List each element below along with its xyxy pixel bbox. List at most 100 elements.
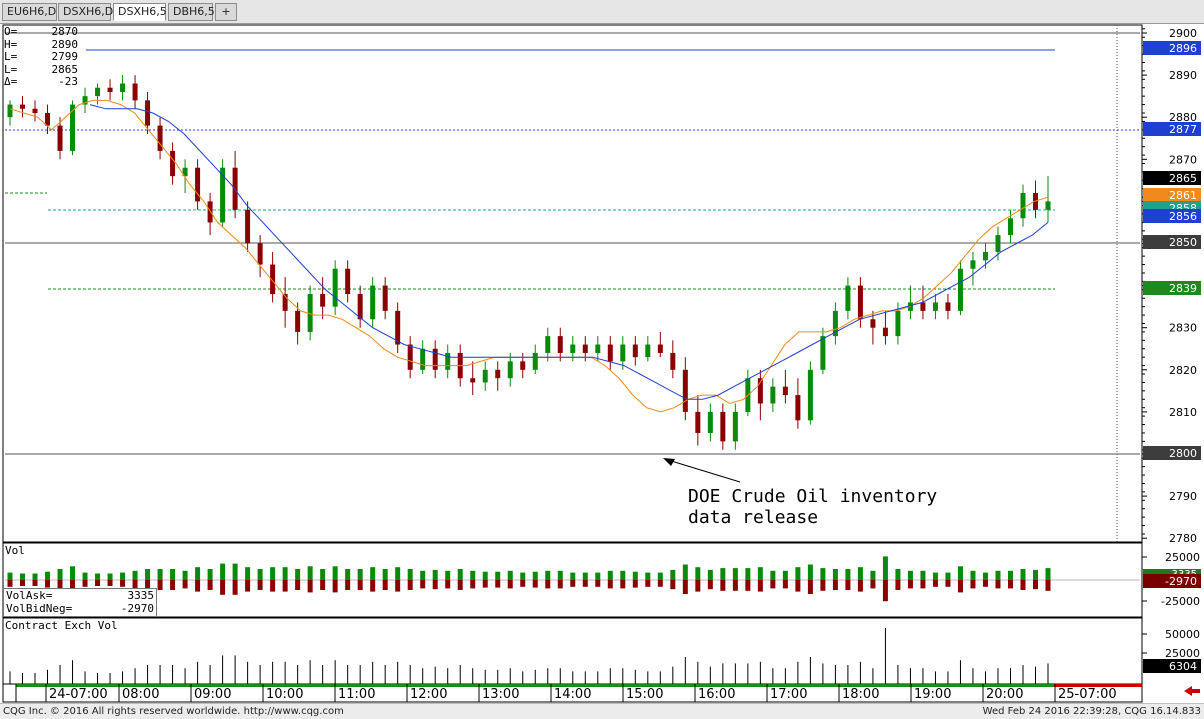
volume-legend: VolAsk= 3335 VolBidNeg= -2970 xyxy=(3,588,157,617)
vol-bid-bar xyxy=(1045,580,1051,591)
vol-ask-bar xyxy=(570,572,576,580)
copyright-text: CQG Inc. © 2016 All rights reserved worl… xyxy=(3,706,344,717)
vol-ask-bar xyxy=(195,567,201,580)
candle-body xyxy=(682,369,688,412)
vol-bid-bar xyxy=(1032,580,1038,590)
time-tick-label: 16:00 xyxy=(698,687,735,702)
candle-body xyxy=(157,125,163,151)
time-tick-label: 12:00 xyxy=(410,687,447,702)
vol-bid-bar xyxy=(320,580,326,590)
vol-bid-bar xyxy=(207,580,213,590)
candle-body xyxy=(770,386,776,404)
vol-bid-bar xyxy=(970,580,976,589)
vol-ask-bar xyxy=(507,570,513,580)
time-tick-label: 19:00 xyxy=(914,687,951,702)
vol-ask-bar xyxy=(232,563,238,580)
vol-bid-bar xyxy=(620,580,626,589)
price-tick-label: 2810 xyxy=(1169,406,1197,419)
vol-bid-bar xyxy=(995,580,1001,589)
price-panel-frame xyxy=(2,24,1143,543)
candle-body xyxy=(395,310,401,345)
candle-body xyxy=(320,294,326,307)
vol-bid-bar xyxy=(245,580,251,592)
candle-body xyxy=(945,302,951,311)
vol-ask-bar xyxy=(982,572,988,580)
ohlc-readout: O= 2870 H= 2890 L= 2799 L= 2865 Δ= -23 xyxy=(4,25,78,89)
vol-bid-bar xyxy=(645,580,651,587)
price-tag-label: 2850 xyxy=(1169,236,1197,249)
price-tag-label: 2896 xyxy=(1169,42,1197,55)
price-tag: 2839 xyxy=(1143,281,1201,295)
vol-bid-bar xyxy=(570,580,576,587)
vol-ask-bar xyxy=(657,572,663,580)
vol-bid-bar xyxy=(745,580,751,591)
vol-bid-bar xyxy=(695,580,701,592)
candle-body xyxy=(520,361,526,370)
candle-body xyxy=(1020,192,1026,219)
vol-ask-bar xyxy=(770,570,776,580)
price-tick-label: 2780 xyxy=(1169,532,1197,545)
vol-bid-bar xyxy=(982,580,988,587)
vol-ask-bar xyxy=(832,569,838,580)
price-chart[interactable]: 2900289028802870286028502840283028202810… xyxy=(0,0,1204,719)
candle-body xyxy=(820,336,826,370)
price-tag: 2865 xyxy=(1143,171,1201,185)
vol-ask-bar xyxy=(882,556,888,580)
contract-volume-title: Contract Exch Vol xyxy=(5,619,118,632)
vol-bid-bar xyxy=(182,580,188,589)
candle-body xyxy=(482,369,488,383)
vol-bid-bar xyxy=(657,580,663,587)
price-tag: 2861 xyxy=(1143,188,1201,202)
vol-ask-bar xyxy=(945,572,951,580)
vol-bid-bar xyxy=(270,580,276,592)
vol-bid-bar xyxy=(807,580,813,594)
vol-bid-bar xyxy=(545,580,551,589)
candle-body xyxy=(345,268,351,295)
vol-bid-bar xyxy=(457,580,463,590)
vol-ask-bar xyxy=(257,569,263,580)
vol-ask-bar xyxy=(520,572,526,580)
vol-ask-bar xyxy=(807,564,813,580)
price-tag-label: 2865 xyxy=(1169,172,1197,185)
price-tag: 2850 xyxy=(1143,235,1201,249)
vol-bid-bar xyxy=(770,580,776,589)
vol-ask-bar xyxy=(557,570,563,580)
vol-ask-bar xyxy=(207,569,213,580)
price-tag: 2800 xyxy=(1143,446,1201,460)
candle-body xyxy=(720,411,726,442)
scroll-left-arrow-icon[interactable] xyxy=(1184,686,1200,696)
candle-body xyxy=(632,344,638,358)
vol-bid-bar xyxy=(1020,580,1026,590)
vol-ask-bar xyxy=(707,569,713,580)
time-tick-label: 08:00 xyxy=(122,687,159,702)
candle-body xyxy=(570,344,576,353)
vol-bid-bar xyxy=(220,580,226,595)
vol-ask-bar xyxy=(182,570,188,580)
candlestick-series xyxy=(7,75,1051,450)
time-tick-label: 15:00 xyxy=(626,687,663,702)
candle-body xyxy=(645,344,651,358)
candle-body xyxy=(32,108,38,113)
vol-bid-bar xyxy=(945,580,951,587)
vol-ask-bar xyxy=(157,569,163,580)
vol-bid-bar xyxy=(345,580,351,590)
scroll-thumb[interactable] xyxy=(2,683,17,703)
vol-bid-bar xyxy=(82,580,88,587)
time-tick-label: 20:00 xyxy=(986,687,1023,702)
vol-bid-bar xyxy=(907,580,913,589)
vol-bid-bar xyxy=(520,580,526,587)
vol-ask-bar xyxy=(20,573,26,580)
price-tick-label: 2890 xyxy=(1169,69,1197,82)
candle-body xyxy=(857,285,863,320)
time-tick-label: 10:00 xyxy=(266,687,303,702)
volume-axis: 25000-250003335-2970 xyxy=(1142,551,1201,608)
vol-ask-bar xyxy=(32,573,38,580)
candle-body xyxy=(332,268,338,307)
vol-bid-bar xyxy=(882,580,888,602)
vol-ask-bar xyxy=(445,570,451,580)
status-bar: CQG Inc. © 2016 All rights reserved worl… xyxy=(0,703,1204,719)
candle-body xyxy=(582,344,588,353)
annotation-line-2: data release xyxy=(688,507,819,528)
vol-bid-bar xyxy=(507,580,513,589)
vol-bid-bar xyxy=(870,580,876,589)
